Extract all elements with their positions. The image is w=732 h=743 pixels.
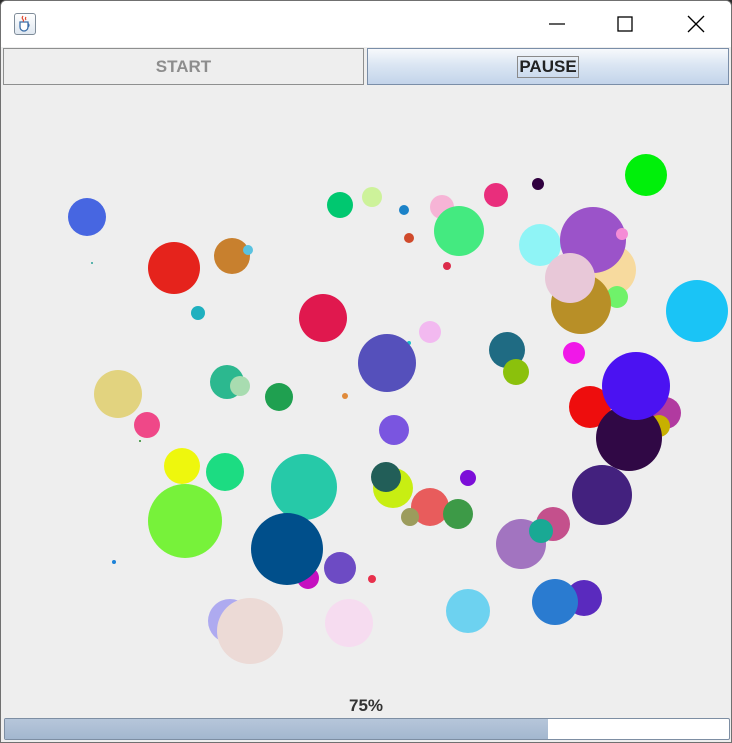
bubble <box>379 415 409 445</box>
bubble <box>265 383 293 411</box>
minimize-icon <box>549 23 565 25</box>
progress-label: 75% <box>348 696 384 715</box>
close-button[interactable] <box>673 1 719 47</box>
bubble <box>532 579 578 625</box>
pause-button-label: PAUSE <box>517 55 579 78</box>
bubble <box>572 465 632 525</box>
bubble <box>419 321 441 343</box>
bubble <box>404 233 414 243</box>
bubble <box>625 154 667 196</box>
bubble <box>616 228 628 240</box>
start-button[interactable]: START <box>3 48 364 85</box>
pause-button[interactable]: PAUSE <box>367 48 729 85</box>
bubble <box>358 334 416 392</box>
bubble <box>545 253 595 303</box>
bubble <box>443 262 451 270</box>
bubble <box>484 183 508 207</box>
bubble <box>134 412 160 438</box>
bubble <box>602 352 670 420</box>
close-icon <box>687 15 705 33</box>
bubble <box>368 575 376 583</box>
bubble <box>191 306 205 320</box>
bubble <box>324 552 356 584</box>
bubble <box>342 393 348 399</box>
bubble <box>325 599 373 647</box>
bubble <box>362 187 382 207</box>
bubble <box>91 262 93 264</box>
bubble <box>112 560 116 564</box>
bubble <box>164 448 200 484</box>
bubble <box>327 192 353 218</box>
bubble <box>434 206 484 256</box>
bubble <box>529 519 553 543</box>
progress-fill <box>5 719 548 739</box>
bubble <box>68 198 106 236</box>
bubble <box>460 470 476 486</box>
bubble <box>148 484 222 558</box>
bubble <box>446 589 490 633</box>
bubble-svg <box>68 154 728 664</box>
bubble <box>214 238 250 274</box>
bubble-canvas <box>2 86 731 716</box>
bubble <box>563 342 585 364</box>
bubble <box>206 453 244 491</box>
bubble <box>251 513 323 585</box>
bubble <box>148 242 200 294</box>
bubble <box>139 440 141 442</box>
bubble <box>666 280 728 342</box>
control-toolbar: START PAUSE <box>1 47 731 86</box>
maximize-button[interactable] <box>602 1 648 47</box>
bubble <box>443 499 473 529</box>
bubble <box>230 376 250 396</box>
bubble <box>94 370 142 418</box>
java-cup-icon[interactable] <box>14 13 36 35</box>
bubble <box>299 294 347 342</box>
bubble <box>532 178 544 190</box>
app-window: START PAUSE 75% <box>0 0 732 743</box>
maximize-icon <box>617 16 633 32</box>
bubble <box>399 205 409 215</box>
start-button-label: START <box>155 56 212 76</box>
bubble <box>217 598 283 664</box>
bubble <box>401 508 419 526</box>
bubble <box>243 245 253 255</box>
bubble <box>271 454 337 520</box>
bubble <box>503 359 529 385</box>
minimize-button[interactable] <box>534 1 580 47</box>
bubble <box>371 462 401 492</box>
progress-bar <box>4 718 730 740</box>
title-bar[interactable] <box>1 1 731 47</box>
